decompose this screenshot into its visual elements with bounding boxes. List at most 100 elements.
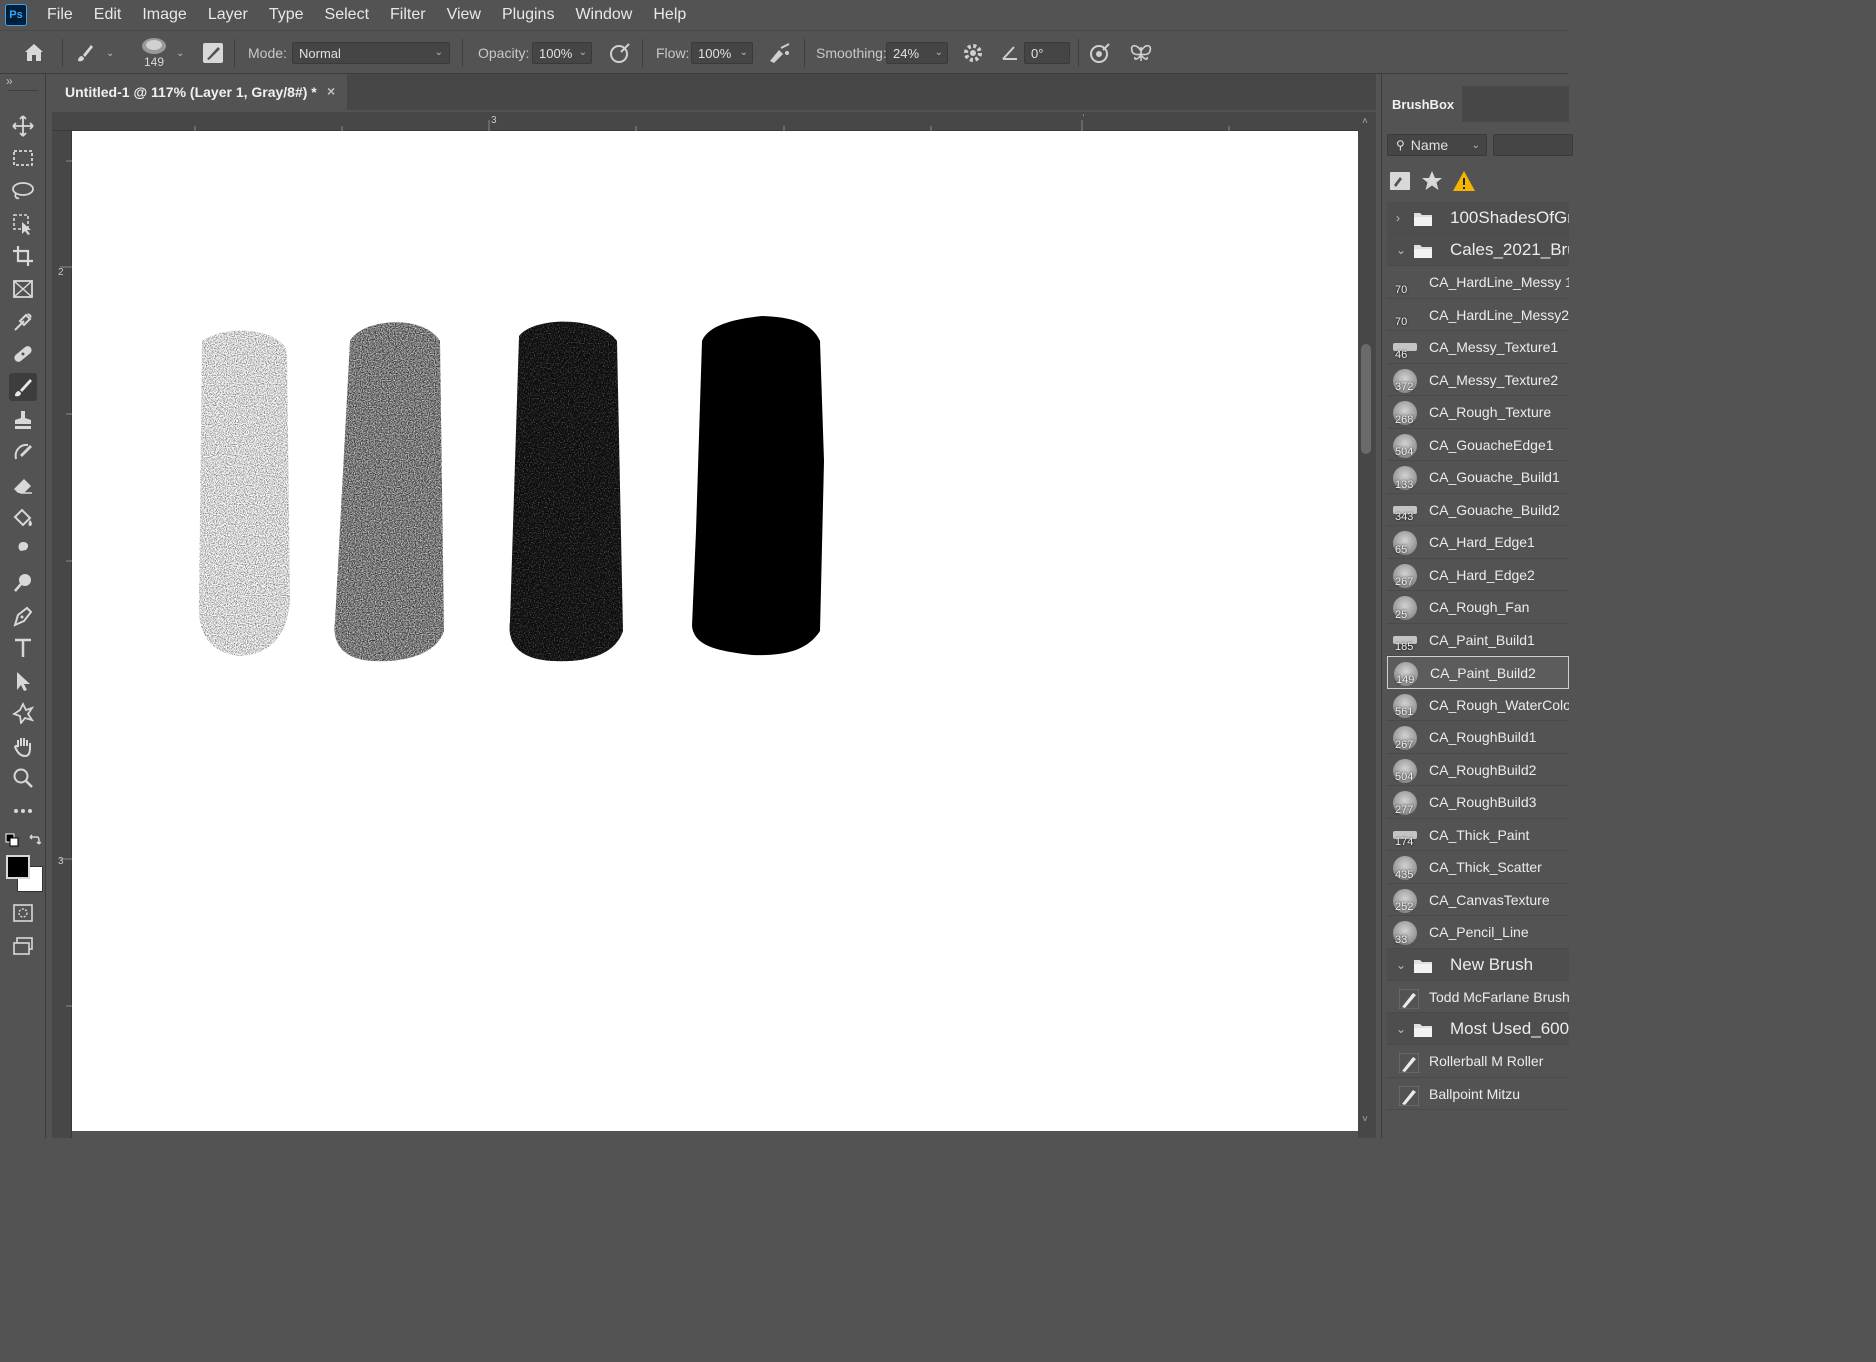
airbrush-icon[interactable] — [767, 31, 793, 75]
crop-icon[interactable] — [9, 242, 37, 270]
brush-folder-row[interactable]: ⌄ Most Used_600 — [1387, 1013, 1569, 1045]
brush-preset-row[interactable]: 267 CA_Hard_Edge2 — [1387, 558, 1569, 591]
brush-preset-row[interactable]: Todd McFarlane Brush — [1387, 980, 1569, 1013]
flow-field[interactable]: 100% ⌄ — [691, 42, 753, 64]
healing-brush-icon[interactable] — [9, 340, 37, 368]
brush-preset-row[interactable]: 185 CA_Paint_Build1 — [1387, 623, 1569, 656]
brush-preset-row[interactable]: 435 CA_Thick_Scatter — [1387, 851, 1569, 884]
star-favorites-icon[interactable] — [1420, 169, 1444, 193]
brush-tool-preset-icon[interactable]: ⌄ — [74, 31, 114, 75]
brush-preset-row[interactable]: 174 CA_Thick_Paint — [1387, 818, 1569, 851]
brush-size-picker[interactable]: 149 — [140, 31, 168, 75]
more-tools-icon[interactable] — [9, 797, 37, 825]
mode-select[interactable]: Normal ⌄ — [292, 42, 450, 64]
menu-layer[interactable]: Layer — [198, 0, 259, 30]
opacity-field[interactable]: 100% ⌄ — [532, 42, 592, 64]
menu-type[interactable]: Type — [259, 0, 315, 30]
dodge-icon[interactable] — [9, 569, 37, 597]
brush-preset-row[interactable]: 70 CA_HardLine_Messy2 — [1387, 298, 1569, 331]
hand-icon[interactable] — [9, 732, 37, 760]
brush-settings-panel-icon[interactable] — [202, 31, 224, 75]
scroll-down-icon[interactable]: ˅ — [1362, 1114, 1368, 1125]
brush-preset-row[interactable]: 561 CA_Rough_WaterColou — [1387, 688, 1569, 721]
brush-preset-row[interactable]: 33 CA_Pencil_Line — [1387, 916, 1569, 949]
collapse-panel-icon[interactable]: » — [6, 74, 13, 88]
screen-mode-icon[interactable] — [9, 932, 37, 960]
photoshop-logo-icon[interactable]: Ps — [5, 4, 27, 26]
paint-bucket-icon[interactable] — [9, 504, 37, 532]
lasso-icon[interactable] — [9, 177, 37, 205]
swap-colors-icon[interactable] — [27, 833, 41, 847]
brush-folder-row[interactable]: ⌄ New Brush — [1387, 948, 1569, 981]
smoothing-field[interactable]: 24% ⌄ — [886, 42, 948, 64]
filter-input[interactable] — [1493, 134, 1573, 156]
move-tool-icon[interactable] — [9, 112, 37, 140]
eraser-icon[interactable] — [9, 471, 37, 499]
brush-library-icon[interactable] — [1388, 169, 1412, 193]
menu-window[interactable]: Window — [565, 0, 643, 30]
document-canvas[interactable] — [72, 131, 1358, 1131]
rectangular-marquee-icon[interactable] — [9, 144, 37, 172]
chevron-down-icon[interactable]: ⌄ — [176, 48, 184, 59]
smudge-icon[interactable] — [9, 536, 37, 564]
menu-view[interactable]: View — [437, 0, 492, 30]
brush-tool-icon[interactable] — [9, 373, 37, 401]
angle-field[interactable]: 0° — [1024, 42, 1070, 64]
canvas-vertical-scrollbar[interactable]: ˄ ˅ — [1358, 112, 1376, 1138]
menu-filter[interactable]: Filter — [380, 0, 437, 30]
pressure-opacity-icon[interactable] — [608, 31, 632, 75]
vertical-ruler[interactable]: 2 3 — [52, 131, 72, 1138]
chevron-right-icon[interactable]: › — [1396, 211, 1400, 225]
scroll-up-icon[interactable]: ˄ — [1362, 116, 1368, 127]
brush-preset-row[interactable]: 504 CA_GouacheEdge1 — [1387, 428, 1569, 461]
warning-icon[interactable] — [1452, 169, 1476, 193]
close-tab-icon[interactable]: × — [327, 83, 335, 99]
brush-preset-row[interactable]: 267 CA_RoughBuild1 — [1387, 721, 1569, 754]
brush-folder-row[interactable]: › 100ShadesOfGr — [1387, 202, 1569, 234]
chevron-down-icon[interactable]: ⌄ — [1396, 243, 1406, 257]
brush-preset-row[interactable]: 277 CA_RoughBuild3 — [1387, 786, 1569, 819]
type-icon[interactable] — [9, 634, 37, 662]
foreground-color-swatch[interactable] — [6, 855, 30, 879]
home-icon[interactable] — [22, 31, 46, 75]
brush-preset-row[interactable]: 372 CA_Messy_Texture2 — [1387, 363, 1569, 396]
brush-preset-row[interactable]: 46 CA_Messy_Texture1 — [1387, 331, 1569, 364]
brush-preset-row[interactable]: 343 CA_Gouache_Build2 — [1387, 493, 1569, 526]
scrollbar-thumb[interactable] — [1361, 344, 1371, 454]
menu-select[interactable]: Select — [315, 0, 380, 30]
brush-preset-row[interactable]: Ballpoint Mitzu — [1387, 1077, 1569, 1110]
horizontal-ruler[interactable]: 3 ˈ — [52, 112, 1358, 131]
brush-preset-row[interactable]: 25 CA_Rough_Fan — [1387, 591, 1569, 624]
brush-preset-row[interactable]: 70 CA_HardLine_Messy 1 — [1387, 266, 1569, 299]
brush-folder-row[interactable]: ⌄ Cales_2021_Bru — [1387, 234, 1569, 266]
sort-select[interactable]: ⚲ Name ⌄ — [1387, 134, 1487, 156]
brush-preset-row[interactable]: 268 CA_Rough_Texture — [1387, 396, 1569, 429]
brush-preset-row[interactable]: 133 CA_Gouache_Build1 — [1387, 461, 1569, 494]
menu-help[interactable]: Help — [643, 0, 697, 30]
brush-preset-row[interactable]: 65 CA_Hard_Edge1 — [1387, 526, 1569, 559]
quick-mask-icon[interactable] — [9, 899, 37, 927]
menu-file[interactable]: File — [37, 0, 84, 30]
menu-edit[interactable]: Edit — [84, 0, 133, 30]
eyedropper-icon[interactable] — [9, 308, 37, 336]
panel-tab-brushbox[interactable]: BrushBox — [1382, 86, 1462, 122]
pen-icon[interactable] — [9, 602, 37, 630]
brush-preset-row[interactable]: Rollerball M Roller — [1387, 1045, 1569, 1078]
object-selection-icon[interactable] — [9, 210, 37, 238]
menu-plugins[interactable]: Plugins — [492, 0, 565, 30]
zoom-icon[interactable] — [9, 764, 37, 792]
brush-preset-row[interactable]: 504 CA_RoughBuild2 — [1387, 753, 1569, 786]
chevron-down-icon[interactable]: ⌄ — [1396, 1022, 1406, 1036]
history-brush-icon[interactable] — [9, 438, 37, 466]
gear-icon[interactable] — [962, 31, 984, 75]
menu-image[interactable]: Image — [132, 0, 197, 30]
brush-preset-row[interactable]: 149 CA_Paint_Build2 — [1387, 656, 1569, 689]
brush-preset-row[interactable]: 252 CA_CanvasTexture — [1387, 883, 1569, 916]
chevron-down-icon[interactable]: ⌄ — [1396, 958, 1406, 972]
default-colors-icon[interactable] — [5, 833, 19, 847]
pressure-size-icon[interactable] — [1088, 31, 1112, 75]
clone-stamp-icon[interactable] — [9, 406, 37, 434]
frame-icon[interactable] — [9, 275, 37, 303]
path-selection-icon[interactable] — [9, 667, 37, 695]
custom-shape-icon[interactable] — [9, 699, 37, 727]
